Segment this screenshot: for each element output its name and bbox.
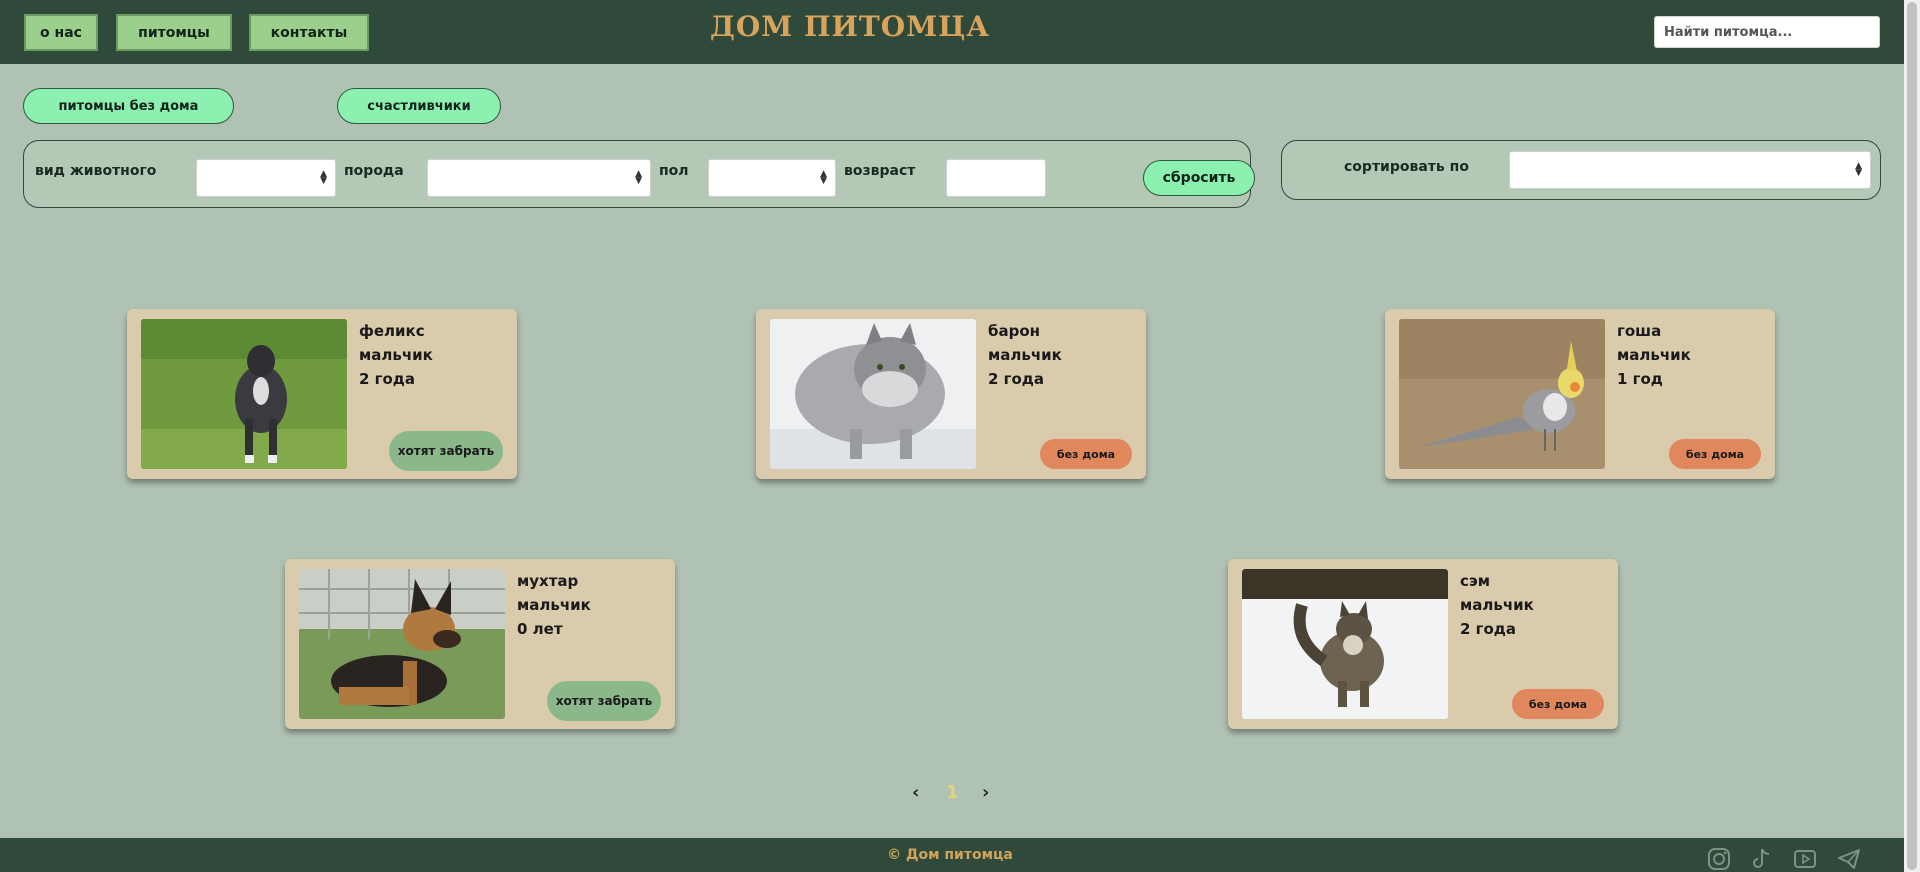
nav-pets-button[interactable]: Питомцы [116,14,232,51]
status-badge-homeless[interactable]: Без дома [1512,689,1604,719]
select-arrows-icon: ▲ ▼ [635,169,642,186]
pet-sex: мальчик [359,346,433,364]
species-select[interactable]: ▲ ▼ [196,159,336,197]
pet-info: Феликс мальчик 2 года [359,319,433,391]
pet-age: 2 года [988,370,1045,388]
pet-sex: мальчик [988,346,1062,364]
age-input[interactable] [946,159,1046,197]
sex-select[interactable]: ▲ ▼ [708,159,836,197]
puppy-photo [299,569,505,719]
select-arrows-icon: ▲ ▼ [1855,161,1862,178]
youtube-icon[interactable] [1792,846,1818,872]
sort-panel: Сортировать по ▲ ▼ [1281,140,1881,200]
select-arrows-icon: ▲ ▼ [820,169,827,186]
cat-photo [770,319,976,469]
filter-panel: Вид животного ▲ ▼ Порода ▲ ▼ Пол ▲ ▼ Возвра… [23,140,1255,208]
status-badge-homeless[interactable]: Без дома [1669,439,1761,469]
pet-card-sam[interactable]: Сэм мальчик 2 года Без дома [1228,559,1618,729]
footer: © Дом питомца [0,838,1904,872]
copyright-text: © Дом питомца [887,847,1013,863]
sort-label: Сортировать по [1344,159,1469,175]
tiktok-icon[interactable] [1748,846,1774,872]
page-scrollbar[interactable] [1904,0,1920,872]
pet-info: Мухтар мальчик 0 лет [517,569,591,641]
pet-name: Мухтар [517,572,579,590]
pet-sex: мальчик [1460,596,1534,614]
pagination-current-page[interactable]: 1 [946,782,959,803]
instagram-icon[interactable] [1706,846,1732,872]
dog-photo [141,319,347,469]
pet-name: Гоша [1617,322,1662,340]
parrot-photo [1399,319,1605,469]
sort-select[interactable]: ▲ ▼ [1509,151,1871,189]
pet-name: Сэм [1460,572,1491,590]
pagination-prev-button[interactable]: ‹ [912,782,919,803]
nav-contacts-button[interactable]: Контакты [249,14,369,51]
scrollbar-thumb[interactable] [1907,2,1917,870]
pet-card-felix[interactable]: Феликс мальчик 2 года Хотят забрать [127,309,517,479]
status-badge-want[interactable]: Хотят забрать [389,431,503,471]
pet-age: 2 года [1460,620,1517,638]
sex-label: Пол [659,163,689,179]
breed-label: Порода [344,163,404,179]
pet-name: Барон [988,322,1041,340]
pet-age: 2 года [359,370,416,388]
species-label: Вид животного [35,163,157,179]
tab-homeless-pets[interactable]: Питомцы без дома [23,88,234,124]
status-badge-want[interactable]: Хотят забрать [547,681,661,721]
select-arrows-icon: ▲ ▼ [320,169,327,186]
pet-sex: мальчик [1617,346,1691,364]
pet-age: 0 лет [517,620,563,638]
tab-lucky-pets[interactable]: Счастливчики [337,88,501,124]
search-input[interactable] [1654,16,1880,48]
breed-select[interactable]: ▲ ▼ [427,159,651,197]
pet-name: Феликс [359,322,425,340]
status-badge-homeless[interactable]: Без дома [1040,439,1132,469]
pet-info: Гоша мальчик 1 год [1617,319,1691,391]
pet-sex: мальчик [517,596,591,614]
header: О нас Питомцы Контакты ДОМ ПИТОМЦА [0,0,1904,64]
pet-card-gosha[interactable]: Гоша мальчик 1 год Без дома [1385,309,1775,479]
pet-card-mukhtar[interactable]: Мухтар мальчик 0 лет Хотят забрать [285,559,675,729]
pet-age: 1 год [1617,370,1663,388]
cat-photo [1242,569,1448,719]
pet-info: Сэм мальчик 2 года [1460,569,1534,641]
site-title: ДОМ ПИТОМЦА [709,10,990,43]
telegram-icon[interactable] [1836,846,1862,872]
nav-about-button[interactable]: О нас [24,14,98,51]
pet-card-baron[interactable]: Барон мальчик 2 года Без дома [756,309,1146,479]
pet-info: Барон мальчик 2 года [988,319,1062,391]
pagination-next-button[interactable]: › [982,782,989,803]
age-label: Возвраст [844,163,916,179]
reset-button[interactable]: Сбросить [1143,160,1255,196]
